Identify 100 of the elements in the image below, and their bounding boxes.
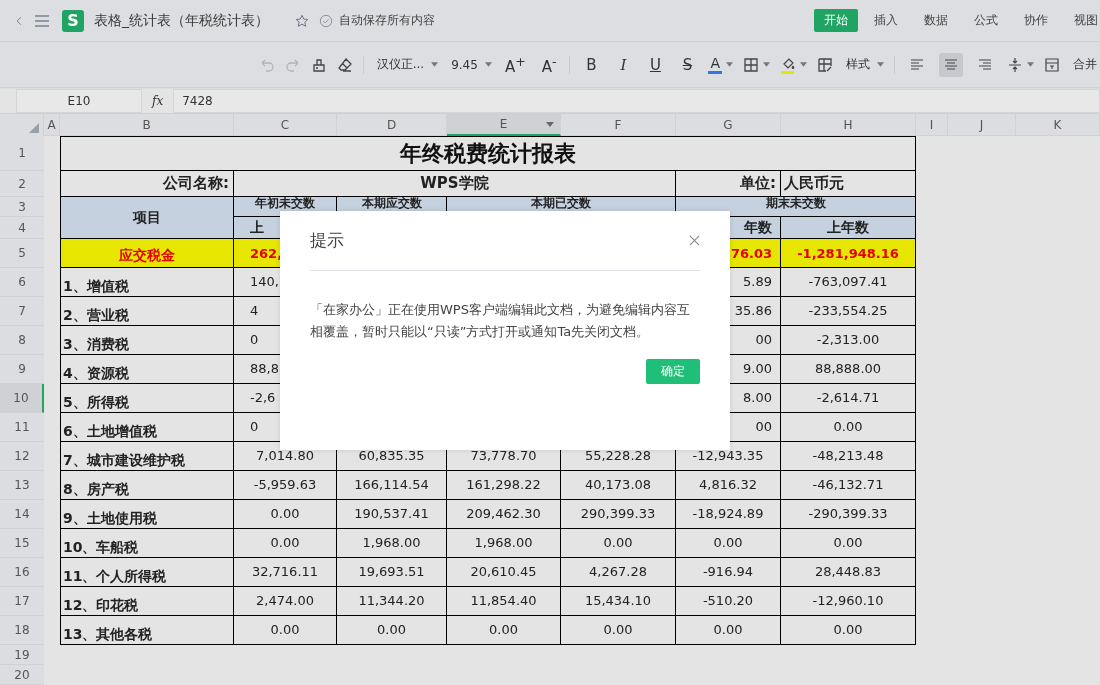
- table-cell: 290,399.33: [561, 500, 676, 529]
- row-header[interactable]: 19: [0, 645, 44, 665]
- table-cell: 0.00: [781, 413, 916, 442]
- table-cell: 4、资源税: [60, 355, 234, 384]
- row-header[interactable]: 16: [0, 558, 44, 587]
- column-header[interactable]: B: [60, 114, 234, 136]
- column-header[interactable]: E: [447, 114, 561, 136]
- check-circle-icon: [319, 13, 333, 28]
- caret-icon: [800, 62, 807, 67]
- column-header[interactable]: G: [676, 114, 781, 136]
- merge-cells-icon[interactable]: [1044, 56, 1060, 73]
- close-icon[interactable]: [689, 235, 700, 246]
- column-header[interactable]: H: [781, 114, 916, 136]
- table-cell: 13、其他各税: [60, 616, 234, 645]
- increase-font-button[interactable]: A$^{+}$: [501, 51, 529, 78]
- table-cell: 1,968.00: [337, 529, 447, 558]
- row-header[interactable]: 12: [0, 442, 44, 471]
- row-header[interactable]: 17: [0, 587, 44, 616]
- table-cell: -2,313.00: [781, 326, 916, 355]
- star-icon[interactable]: [295, 13, 309, 28]
- table-cell: 15,434.10: [561, 587, 676, 616]
- table-cell: 0.00: [234, 500, 337, 529]
- table-style-icon[interactable]: [817, 56, 833, 73]
- menu-icon[interactable]: [34, 12, 50, 29]
- row-header[interactable]: 1: [0, 136, 44, 171]
- eraser-icon[interactable]: [336, 56, 353, 73]
- table-cell: -2,614.71: [781, 384, 916, 413]
- row-header[interactable]: 4: [0, 217, 44, 239]
- style-button[interactable]: 样式: [843, 54, 873, 75]
- font-color-button[interactable]: A: [708, 55, 722, 74]
- table-cell: -18,924.89: [676, 500, 781, 529]
- merge-button[interactable]: 合并: [1070, 54, 1100, 75]
- table-cell: 0.00: [781, 616, 916, 645]
- function-icon[interactable]: fx: [152, 94, 164, 108]
- row-header[interactable]: 8: [0, 326, 44, 355]
- table-cell: -46,132.71: [781, 471, 916, 500]
- table-cell: 209,462.30: [447, 500, 561, 529]
- format-painter-icon[interactable]: [310, 56, 327, 73]
- table-cell: 5、所得税: [60, 384, 234, 413]
- column-header[interactable]: A: [44, 114, 60, 136]
- table-cell: -12,960.10: [781, 587, 916, 616]
- decrease-font-button[interactable]: A$^{-}$: [538, 51, 560, 78]
- row-header[interactable]: 14: [0, 500, 44, 529]
- column-header[interactable]: F: [561, 114, 676, 136]
- table-cell: -916.94: [676, 558, 781, 587]
- vertical-align-icon[interactable]: [1007, 56, 1023, 73]
- table-cell: 40,173.08: [561, 471, 676, 500]
- table-cell: 190,537.41: [337, 500, 447, 529]
- table-cell: 0.00: [676, 616, 781, 645]
- table-cell: 1,968.00: [447, 529, 561, 558]
- font-dropdown[interactable]: 汉仪正...: [373, 54, 428, 75]
- row-header[interactable]: 2: [0, 171, 44, 197]
- row-header[interactable]: 6: [0, 268, 44, 297]
- column-header[interactable]: I: [916, 114, 948, 136]
- row-header[interactable]: 7: [0, 297, 44, 326]
- caret-icon: [726, 62, 733, 67]
- cell-reference-field[interactable]: E10: [16, 89, 142, 113]
- app-logo: S: [62, 9, 84, 32]
- row-header[interactable]: 9: [0, 355, 44, 384]
- ribbon-tab[interactable]: 视图: [1064, 9, 1100, 32]
- row-header[interactable]: 11: [0, 413, 44, 442]
- row-header[interactable]: 10: [0, 384, 44, 413]
- ribbon-tab[interactable]: 开始: [814, 9, 858, 32]
- font-size-dropdown[interactable]: 9.45: [448, 55, 481, 74]
- column-header[interactable]: D: [337, 114, 447, 136]
- ribbon-tab[interactable]: 数据: [914, 9, 958, 32]
- table-cell: 9、土地使用税: [60, 500, 234, 529]
- column-header[interactable]: J: [948, 114, 1016, 136]
- format-button[interactable]: S: [676, 53, 699, 76]
- save-status: 自动保存所有内容: [339, 12, 435, 29]
- table-cell: 0.00: [676, 529, 781, 558]
- borders-icon[interactable]: [743, 56, 759, 73]
- format-button[interactable]: I: [612, 53, 635, 76]
- table-cell: 0.00: [447, 616, 561, 645]
- row-header[interactable]: 5: [0, 239, 44, 268]
- row-header[interactable]: 3: [0, 197, 44, 217]
- table-cell: -1,281,948.16: [781, 239, 916, 268]
- row-header[interactable]: 13: [0, 471, 44, 500]
- select-all-icon[interactable]: [29, 123, 39, 133]
- align-button[interactable]: [939, 52, 963, 77]
- format-button[interactable]: B: [580, 53, 603, 76]
- column-header[interactable]: C: [234, 114, 337, 136]
- table-cell: 0.00: [561, 529, 676, 558]
- table-cell: 2、营业税: [60, 297, 234, 326]
- row-header[interactable]: 18: [0, 616, 44, 645]
- ribbon-tab[interactable]: 公式: [964, 9, 1008, 32]
- format-button[interactable]: U: [644, 53, 667, 76]
- table-cell: 11,344.20: [337, 587, 447, 616]
- align-right-icon: [977, 56, 993, 73]
- table-cell: 166,114.54: [337, 471, 447, 500]
- sheet-title: 年终税费统计报表: [60, 136, 916, 171]
- table-cell: 7、城市建设维护税: [60, 442, 234, 471]
- column-header[interactable]: K: [1016, 114, 1100, 136]
- table-cell: 0.00: [561, 616, 676, 645]
- table-cell: 4,267.28: [561, 558, 676, 587]
- ribbon-tab[interactable]: 插入: [864, 9, 908, 32]
- row-header[interactable]: 20: [0, 665, 44, 685]
- ribbon-tab[interactable]: 协作: [1014, 9, 1058, 32]
- row-header[interactable]: 15: [0, 529, 44, 558]
- formula-field[interactable]: 7428: [173, 89, 1100, 113]
